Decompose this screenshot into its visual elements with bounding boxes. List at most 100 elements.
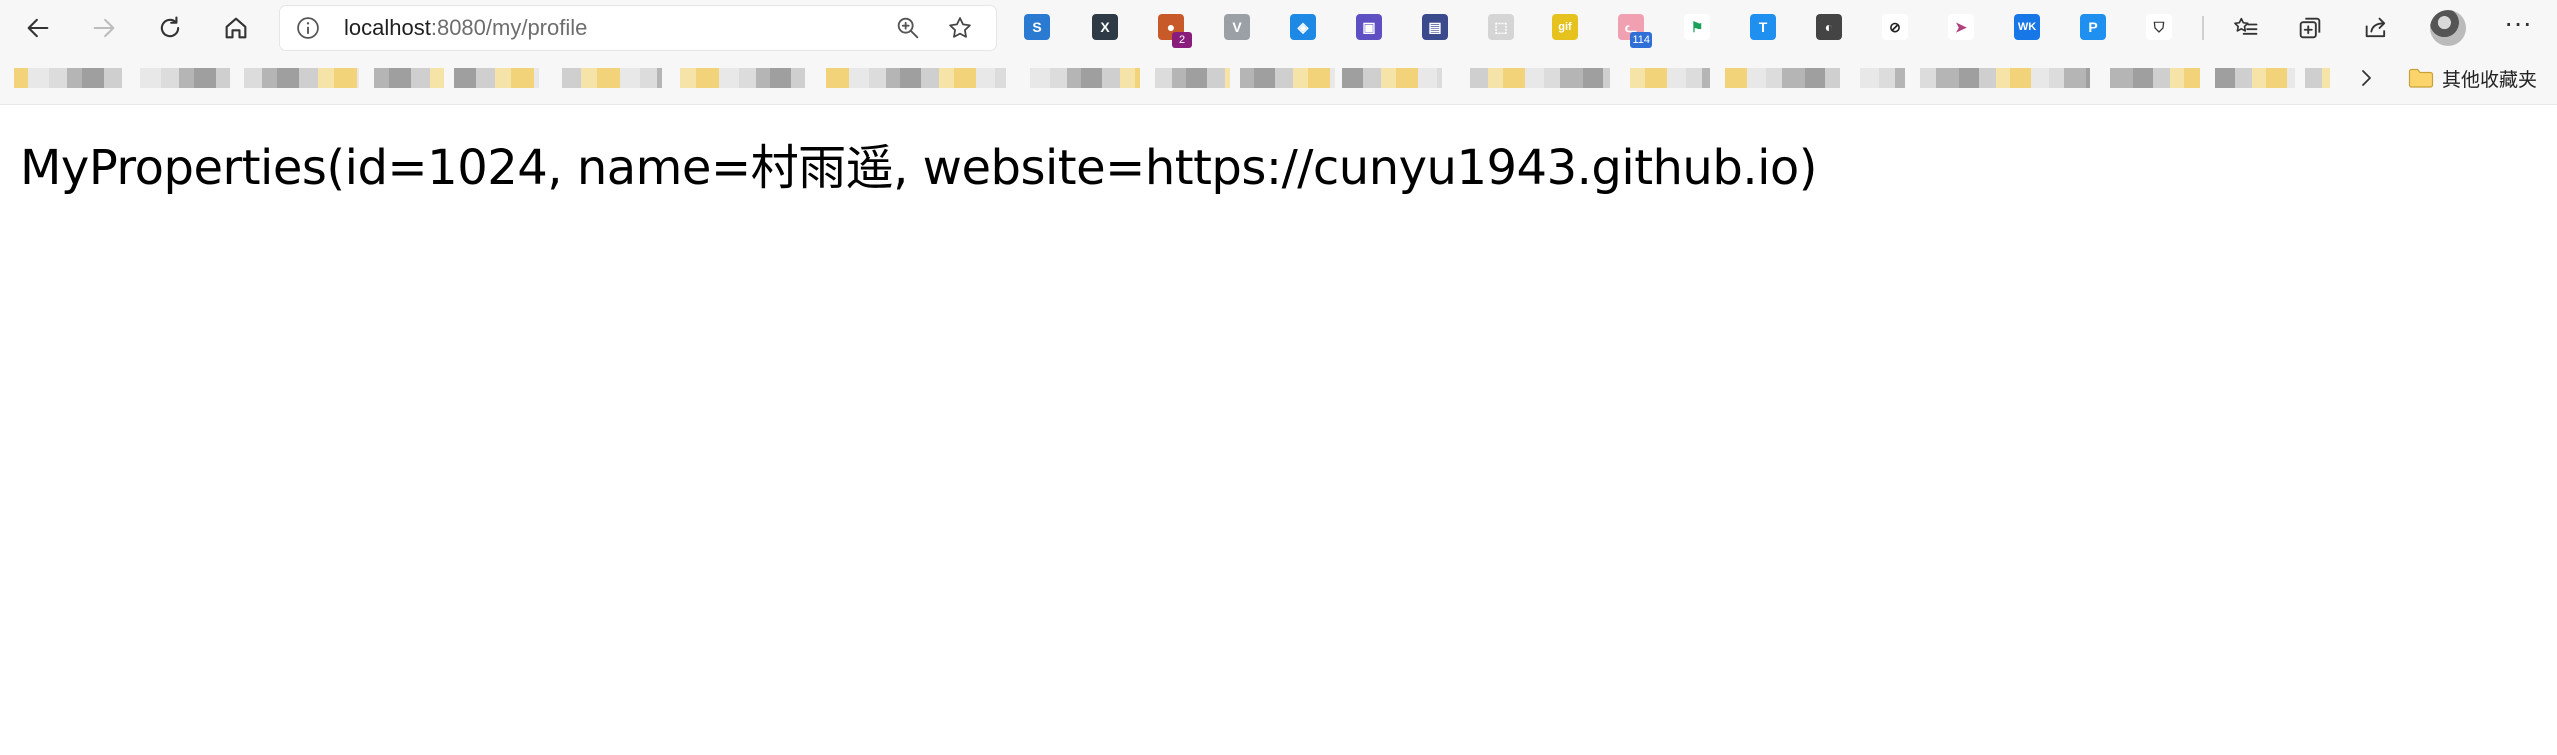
bookmark-item[interactable] — [1725, 68, 1840, 88]
profile-avatar[interactable] — [2430, 10, 2466, 46]
url-host: localhost — [344, 15, 431, 40]
bookmark-item[interactable] — [374, 68, 444, 88]
bookmark-pixel — [1544, 68, 1560, 88]
bookmark-pixel — [995, 68, 1006, 88]
bookmark-pixel — [495, 68, 511, 88]
favorites-button[interactable] — [2228, 10, 2264, 46]
bookmark-pixel — [1766, 68, 1782, 88]
p-ext-icon[interactable]: P — [2080, 14, 2106, 40]
share-icon — [2365, 17, 2386, 38]
shield-ext-icon[interactable]: ⛉ — [2146, 14, 2172, 40]
bookmark-item[interactable] — [2110, 68, 2200, 88]
bookmark-item[interactable] — [14, 68, 122, 88]
bookmark-pixel — [1725, 68, 1747, 88]
bookmark-item[interactable] — [244, 68, 359, 88]
bookmark-item[interactable] — [454, 68, 539, 88]
bookmark-item[interactable] — [2215, 68, 2295, 88]
refresh-button[interactable] — [150, 8, 190, 48]
bookmark-pixel — [939, 68, 954, 88]
bookmark-pixel — [954, 68, 976, 88]
bookmark-pixel — [1240, 68, 1254, 88]
box-ext-icon[interactable]: ▣ — [1356, 14, 1382, 40]
bookmark-pixel — [900, 68, 921, 88]
bookmark-item[interactable] — [1155, 68, 1230, 88]
bookmark-item[interactable] — [1860, 68, 1905, 88]
bookmark-pixel — [680, 68, 696, 88]
screenshot-ext-icon[interactable]: ⬚ — [1488, 14, 1514, 40]
collections-button[interactable] — [2292, 10, 2328, 46]
favorite-star-icon[interactable] — [946, 14, 974, 42]
bookmark-pixel — [1275, 68, 1293, 88]
bookmark-pixel — [1172, 68, 1186, 88]
bookmark-pixel — [1293, 68, 1308, 88]
bookmark-pixel — [1996, 68, 2010, 88]
folder-label: 其他收藏夹 — [2442, 69, 2538, 91]
collections-icon — [2299, 17, 2321, 39]
flag-ext-icon[interactable]: ⚑ — [1684, 14, 1710, 40]
back-button[interactable] — [18, 8, 58, 48]
bookmark-item[interactable] — [562, 68, 662, 88]
zoom-icon[interactable] — [894, 14, 922, 42]
bookmark-item[interactable] — [680, 68, 805, 88]
favorites-list-icon — [2234, 17, 2258, 35]
bookmark-pixel — [161, 68, 179, 88]
s-ext-icon[interactable]: S — [1024, 14, 1050, 40]
bookmark-item[interactable] — [1470, 68, 1610, 88]
bookmark-item[interactable] — [1920, 68, 2090, 88]
cookie-ext-icon[interactable]: ● 2 — [1158, 14, 1192, 48]
bookmark-pixel — [49, 68, 67, 88]
x-ext-icon[interactable]: X — [1092, 14, 1118, 40]
bookmark-item[interactable] — [2305, 68, 2330, 88]
bookmark-item[interactable] — [140, 68, 230, 88]
bookmark-pixel — [357, 68, 359, 88]
share-button[interactable] — [2358, 10, 2394, 46]
cat-ext-icon[interactable]: ᓚ 114 — [1618, 14, 1652, 48]
t-ext-icon[interactable]: T — [1750, 14, 1776, 40]
more-options-button[interactable]: ··· — [2498, 8, 2538, 48]
bookmark-pixel — [67, 68, 82, 88]
bookmark-pixel — [299, 68, 318, 88]
circle-ext-icon[interactable]: ◐ — [1816, 14, 1842, 40]
bookmark-pixel — [886, 68, 900, 88]
bookmark-pixel — [262, 68, 277, 88]
other-favorites-folder[interactable]: 其他收藏夹 — [2408, 64, 2537, 92]
gif-ext-icon[interactable]: gif — [1552, 14, 1578, 40]
bookmark-pixel — [534, 68, 539, 88]
url-text[interactable]: localhost:8080/my/profile — [344, 6, 587, 50]
bookmark-pixel — [1782, 68, 1805, 88]
wk-ext-icon[interactable]: WK — [2014, 14, 2040, 40]
home-button[interactable] — [216, 8, 256, 48]
bookmark-pixel — [216, 68, 230, 88]
bookmark-pixel — [2252, 68, 2266, 88]
cube-ext-icon[interactable]: ◈ — [1290, 14, 1316, 40]
bookmark-pixel — [2322, 68, 2330, 88]
address-bar[interactable]: localhost:8080/my/profile — [280, 6, 996, 50]
chevron-right-icon[interactable] — [2354, 66, 2378, 90]
cursor-ext-icon[interactable]: ➤ — [1948, 14, 1974, 40]
refresh-icon — [160, 16, 180, 38]
v-ext-icon[interactable]: V — [1224, 14, 1250, 40]
window-ext-icon[interactable]: ▤ — [1422, 14, 1448, 40]
bookmark-pixel — [849, 68, 869, 88]
bookmark-pixel — [1525, 68, 1544, 88]
bookmark-pixel — [756, 68, 770, 88]
bookmark-item[interactable] — [1030, 68, 1140, 88]
browser-toolbar: localhost:8080/my/profile S X ● 2 V ◈ ▣ ▤ ⬚ gif ᓚ 1… — [0, 0, 2557, 56]
bookmark-pixel — [1207, 68, 1225, 88]
bookmark-pixel — [1102, 68, 1120, 88]
info-icon[interactable] — [294, 14, 322, 42]
bookmark-pixel — [1686, 68, 1702, 88]
bookmark-item[interactable] — [1240, 68, 1335, 88]
bookmark-pixel — [2086, 68, 2090, 88]
bookmarks-bar — [0, 56, 2557, 105]
bookmark-pixel — [826, 68, 849, 88]
bookmark-pixel — [1081, 68, 1102, 88]
forward-button[interactable] — [84, 8, 124, 48]
link-ext-icon[interactable]: ⊘ — [1882, 14, 1908, 40]
bookmark-item[interactable] — [1342, 68, 1442, 88]
bookmark-pixel — [2305, 68, 2322, 88]
bookmark-pixel — [1667, 68, 1686, 88]
bookmark-item[interactable] — [826, 68, 1006, 88]
url-path: :8080/my/profile — [430, 15, 588, 40]
bookmark-item[interactable] — [1630, 68, 1710, 88]
